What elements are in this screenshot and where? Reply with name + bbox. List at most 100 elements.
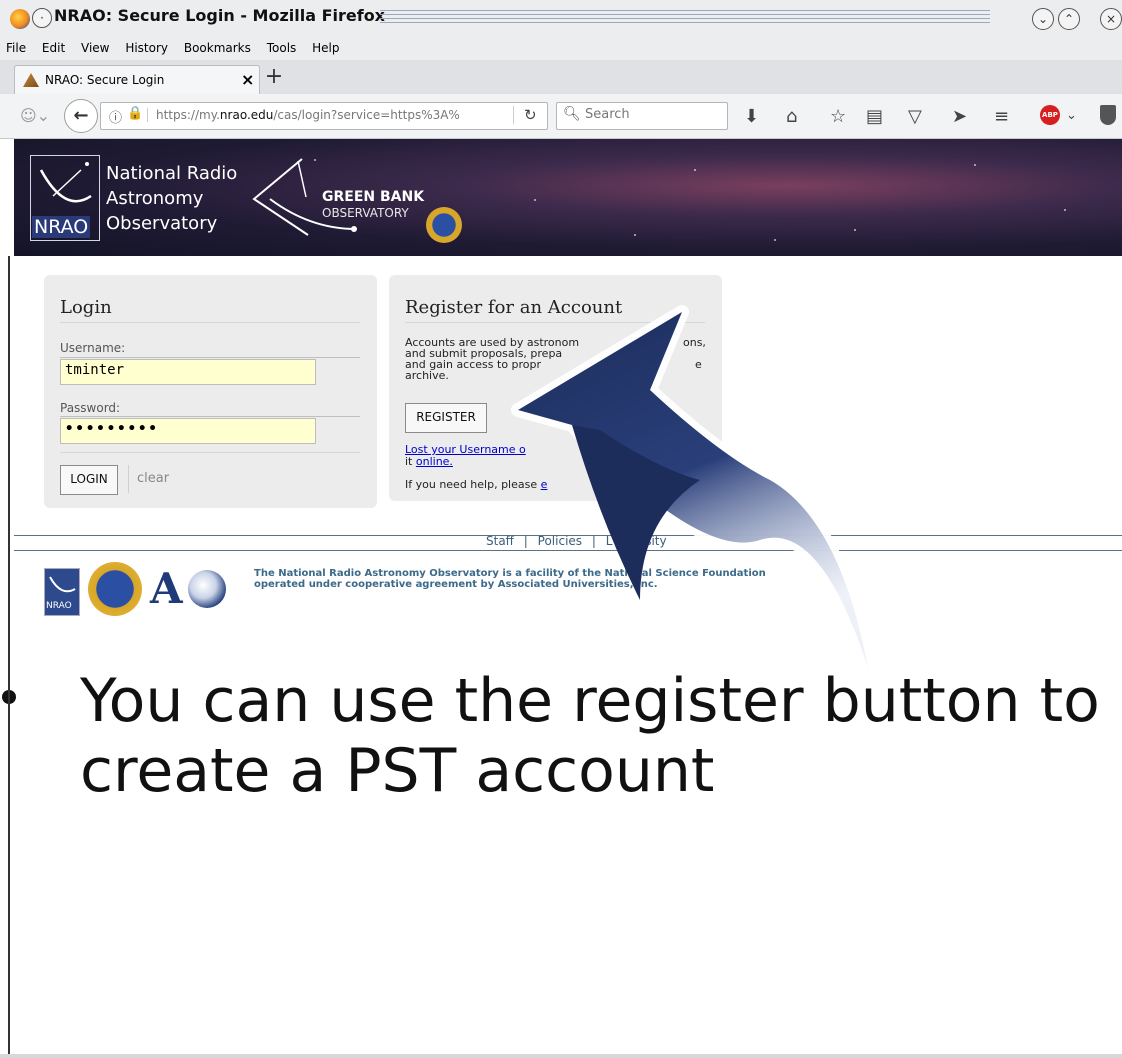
nrao-logo[interactable]: NRAO National Radio Astronomy Observator…	[30, 153, 244, 245]
gbo-name-line2: OBSERVATORY	[322, 206, 409, 220]
register-panel: Register for an Account Accounts are use…	[389, 275, 722, 501]
online-link[interactable]: online.	[416, 455, 453, 468]
footer-nrao-abbr: NRAO	[46, 601, 72, 611]
nrao-name-line2: Astronomy	[106, 188, 204, 209]
adblock-icon[interactable]: ABP	[1040, 105, 1060, 125]
footer-note-line1-end: undation	[715, 568, 766, 579]
lock-icon: 🔒	[127, 106, 144, 121]
footer-aui-logo[interactable]: A	[150, 564, 228, 616]
reader-list-icon[interactable]: ▤	[866, 106, 883, 127]
aui-globe-icon	[188, 570, 226, 608]
divider	[128, 465, 129, 493]
footer-links: Staff | Policies | L rsity	[486, 534, 667, 548]
divider	[60, 452, 360, 453]
nrao-name-line3: Observatory	[106, 213, 218, 234]
search-icon: 🔍︎	[563, 106, 581, 122]
send-tab-icon[interactable]: ➤	[952, 106, 967, 127]
reload-icon[interactable]: ↻	[513, 106, 537, 124]
login-button[interactable]: LOGIN	[60, 465, 118, 495]
hamburger-menu-icon[interactable]: ≡	[994, 106, 1009, 127]
back-button[interactable]: ←	[64, 99, 98, 133]
online-prefix: it	[405, 455, 416, 468]
menu-bar: File Edit View History Bookmarks Tools H…	[0, 38, 1122, 60]
shield-icon[interactable]	[1100, 105, 1116, 125]
footer-link-university-partial[interactable]: L	[606, 534, 613, 548]
nrao-abbr: NRAO	[32, 216, 91, 238]
minimize-button[interactable]: ⌄	[1032, 8, 1054, 30]
home-icon[interactable]: ⌂	[786, 106, 797, 127]
menu-file[interactable]: File	[6, 41, 26, 55]
register-text-line3: and gain access to propr	[405, 358, 542, 371]
divider	[405, 322, 705, 323]
navigation-bar: ☺⌄ ← ⓘ 🔒 https://my.nrao.edu/cas/login?s…	[0, 94, 1122, 139]
menu-bookmarks[interactable]: Bookmarks	[184, 41, 251, 55]
online-line: it online.	[405, 455, 453, 468]
register-title: Register for an Account	[405, 297, 623, 318]
menu-help[interactable]: Help	[312, 41, 339, 55]
footer-divider-bottom	[14, 550, 1122, 551]
window-title-bar: · NRAO: Secure Login - Mozilla Firefox ⌄…	[0, 0, 1122, 38]
pocket-icon[interactable]: ▽	[908, 106, 922, 127]
adblock-dropdown-icon[interactable]: ⌄	[1066, 108, 1077, 123]
download-icon[interactable]: ⬇	[744, 106, 759, 127]
bottom-edge-border	[0, 1054, 1122, 1058]
register-button[interactable]: REGISTER	[405, 403, 487, 433]
menu-view[interactable]: View	[81, 41, 109, 55]
help-text: If you need help, please	[405, 478, 541, 491]
footer-nrao-logo[interactable]: NRAO	[44, 568, 80, 616]
register-text-line4: archive.	[405, 369, 449, 382]
menu-tools[interactable]: Tools	[267, 41, 297, 55]
footer-separator: |	[591, 534, 596, 548]
register-text-line1-end: ons,	[683, 336, 706, 349]
site-banner: NRAO National Radio Astronomy Observator…	[14, 139, 1122, 256]
footer-link-staff[interactable]: Staff	[486, 534, 514, 548]
tab-nrao-secure-login[interactable]: NRAO: Secure Login ×	[14, 65, 260, 95]
password-label: Password:	[60, 401, 121, 415]
clear-link[interactable]: clear	[137, 471, 169, 486]
help-email-link[interactable]: e	[541, 478, 548, 491]
window-menu-button[interactable]: ·	[32, 8, 52, 28]
footer-note-line1: The National Radio Astronomy Observatory…	[254, 568, 716, 579]
help-line: If you need help, please e	[405, 478, 547, 491]
close-window-button[interactable]: ×	[1100, 8, 1122, 30]
divider	[60, 416, 360, 417]
tab-bar: NRAO: Secure Login × +	[0, 60, 1122, 95]
footer-note-line2: operated under cooperative agreement by …	[254, 579, 658, 590]
left-edge-border	[8, 256, 10, 1056]
footer-note: The National Radio Astronomy Observatory…	[254, 568, 874, 590]
divider	[60, 357, 360, 358]
nrao-name-line1: National Radio	[106, 163, 238, 184]
nsf-seal-icon[interactable]	[426, 207, 462, 243]
register-text-line3-end: e	[695, 358, 702, 371]
aui-mark-icon: A	[150, 564, 183, 613]
username-field[interactable]: tminter	[60, 359, 316, 385]
login-title: Login	[60, 297, 112, 318]
search-input[interactable]: 🔍︎ Search	[556, 102, 728, 130]
register-description: Accounts are used by astronom ons, and su…	[405, 337, 715, 381]
nrao-dish-icon	[49, 576, 76, 593]
footer-nsf-seal-icon[interactable]	[88, 562, 142, 616]
site-info-icon[interactable]: ⓘ	[109, 107, 122, 126]
footer-link-policies[interactable]: Policies	[538, 534, 582, 548]
green-bank-logo[interactable]: GREEN BANK OBSERVATORY	[250, 149, 450, 245]
url-bar[interactable]: ⓘ 🔒 https://my.nrao.edu/cas/login?servic…	[100, 102, 548, 130]
divider	[60, 322, 360, 323]
menu-edit[interactable]: Edit	[42, 41, 65, 55]
tab-label: NRAO: Secure Login	[45, 73, 165, 87]
register-text-line1: Accounts are used by astronom	[405, 336, 580, 349]
menu-history[interactable]: History	[125, 41, 168, 55]
gbo-name-line1: GREEN BANK	[322, 189, 425, 205]
new-tab-button[interactable]: +	[260, 64, 288, 92]
bookmark-star-icon[interactable]: ☆	[830, 106, 846, 127]
url-text[interactable]: https://my.nrao.edu/cas/login?service=ht…	[147, 108, 460, 122]
firefox-icon	[10, 9, 30, 29]
url-path: /cas/login?service=https%3A%	[273, 108, 460, 122]
login-panel: Login Username: tminter Password: ••••••…	[44, 275, 377, 508]
password-field[interactable]: •••••••••	[60, 418, 316, 444]
favicon-icon	[23, 73, 39, 87]
tab-close-icon[interactable]: ×	[241, 70, 254, 89]
username-label: Username:	[60, 341, 126, 355]
footer-link-university-end[interactable]: rsity	[640, 534, 666, 548]
maximize-button[interactable]: ⌃	[1058, 8, 1080, 30]
history-icon[interactable]: ☺⌄	[20, 106, 50, 125]
